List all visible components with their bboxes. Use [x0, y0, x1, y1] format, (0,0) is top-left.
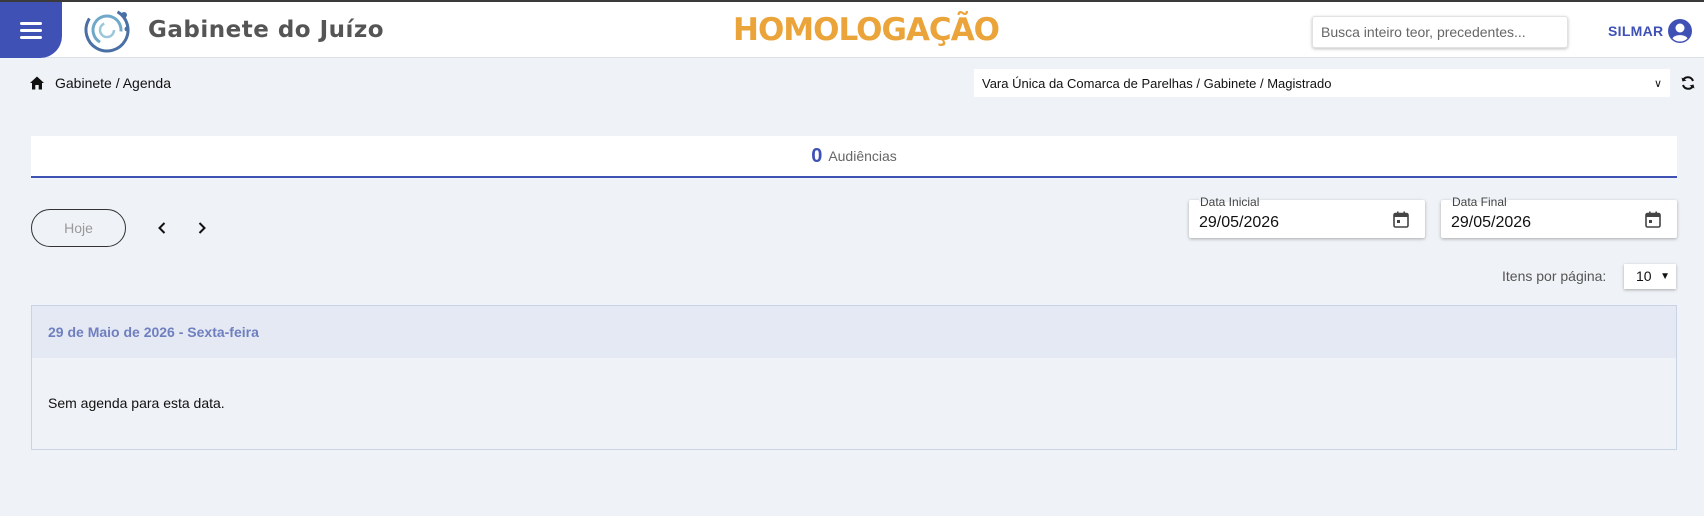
logo-icon: [84, 7, 130, 53]
chevron-down-icon: ∨: [1653, 77, 1662, 90]
end-date-value: 29/05/2026: [1451, 214, 1532, 231]
audiencias-count: 0: [811, 144, 823, 167]
top-bar: Gabinete do Juízo HOMOLOGAÇÃO SILMAR: [0, 0, 1704, 58]
end-date-label: Data Final: [1451, 195, 1508, 209]
refresh-icon[interactable]: [1680, 75, 1696, 91]
caret-down-icon: ▼: [1660, 271, 1670, 282]
calendar-icon[interactable]: [1645, 211, 1661, 228]
tab-audiencias[interactable]: 0 Audiências: [31, 136, 1677, 178]
hamburger-icon-bar: [20, 29, 42, 32]
items-per-page-select[interactable]: 10 ▼: [1624, 264, 1676, 289]
calendar-icon[interactable]: [1393, 211, 1409, 228]
brand-title: Gabinete do Juízo: [148, 17, 385, 43]
menu-button[interactable]: [0, 2, 62, 58]
unit-select-value: Vara Única da Comarca de Parelhas / Gabi…: [982, 75, 1332, 91]
unit-select[interactable]: Vara Única da Comarca de Parelhas / Gabi…: [974, 69, 1670, 97]
hamburger-icon: [20, 22, 42, 25]
user-name[interactable]: SILMAR: [1608, 23, 1663, 39]
agenda-panel: 29 de Maio de 2026 - Sexta-feira Sem age…: [31, 305, 1677, 450]
start-date-label: Data Inicial: [1199, 195, 1261, 209]
end-date-field[interactable]: Data Final 29/05/2026: [1441, 195, 1677, 238]
today-button[interactable]: Hoje: [31, 209, 126, 247]
start-date-value: 29/05/2026: [1199, 214, 1280, 231]
items-per-page-value: 10: [1636, 268, 1652, 284]
chevron-left-icon[interactable]: [152, 218, 172, 238]
hamburger-icon-bar: [20, 36, 42, 39]
home-icon[interactable]: [29, 75, 45, 91]
start-date-field[interactable]: Data Inicial 29/05/2026: [1189, 195, 1425, 238]
environment-label: HOMOLOGAÇÃO: [733, 12, 1000, 48]
agenda-date-heading: 29 de Maio de 2026 - Sexta-feira: [32, 306, 1676, 358]
chevron-right-icon[interactable]: [192, 218, 212, 238]
tab-label: Audiências: [828, 148, 897, 164]
agenda-empty-message: Sem agenda para esta data.: [48, 395, 225, 411]
breadcrumb: Gabinete / Agenda: [55, 75, 171, 91]
items-per-page-label: Itens por página:: [1502, 268, 1607, 284]
search-input[interactable]: [1312, 16, 1568, 48]
user-avatar-icon[interactable]: [1667, 18, 1693, 44]
